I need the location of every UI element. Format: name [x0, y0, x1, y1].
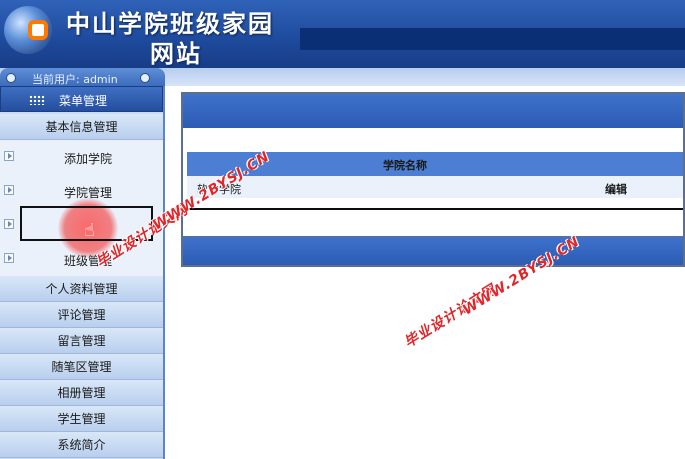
panel-bottom-bar — [183, 237, 683, 265]
college-panel: 学院名称 软件学院 编辑 — [181, 92, 685, 267]
left-knob-icon — [6, 73, 16, 83]
arrow-right-icon — [4, 253, 14, 263]
group-profile[interactable]: 个人资料管理 — [0, 276, 163, 302]
sidebar: 菜单管理 基本信息管理 添加学院 学院管理 班级管理 个人资料管理 评论管理 留… — [0, 86, 165, 459]
group-comments[interactable]: 评论管理 — [0, 302, 163, 328]
arrow-right-icon — [4, 185, 14, 195]
app-window: 中山学院班级家园 网站 当前用户: admin 菜单管理 基本信息管理 添加学院… — [0, 0, 685, 459]
site-title-line2: 网站 — [150, 39, 202, 68]
panel-top-bar — [183, 94, 683, 128]
group-album[interactable]: 相册管理 — [0, 380, 163, 406]
arrow-right-icon — [4, 219, 14, 229]
group-system-intro[interactable]: 系统简介 — [0, 432, 163, 458]
edit-link[interactable]: 编辑 — [605, 181, 627, 197]
site-header: 中山学院班级家园 网站 — [0, 0, 685, 68]
current-user-bar: 当前用户: admin — [0, 68, 165, 86]
right-knob-icon — [140, 73, 150, 83]
header-band — [300, 28, 685, 50]
sidebar-item-add-college[interactable]: 添加学院 — [0, 140, 163, 174]
arrow-right-icon — [4, 151, 14, 161]
main-content: 学院名称 软件学院 编辑 — [167, 86, 685, 459]
panel-footer-space — [183, 210, 683, 237]
menu-grid-icon — [29, 95, 45, 105]
site-logo — [4, 6, 52, 54]
group-messages[interactable]: 留言管理 — [0, 328, 163, 354]
group-students[interactable]: 学生管理 — [0, 406, 163, 432]
menu-header-label: 菜单管理 — [59, 94, 108, 108]
current-user-label: 当前用户: admin — [32, 73, 118, 86]
table-row: 软件学院 编辑 — [187, 176, 683, 198]
logo-mark-icon — [28, 20, 48, 40]
group-essays[interactable]: 随笔区管理 — [0, 354, 163, 380]
column-header-college-name: 学院名称 — [383, 159, 427, 172]
menu-header[interactable]: 菜单管理 — [0, 86, 163, 112]
sidebar-item-label: 添加学院 — [64, 152, 113, 166]
group-basic-info[interactable]: 基本信息管理 — [0, 114, 163, 140]
